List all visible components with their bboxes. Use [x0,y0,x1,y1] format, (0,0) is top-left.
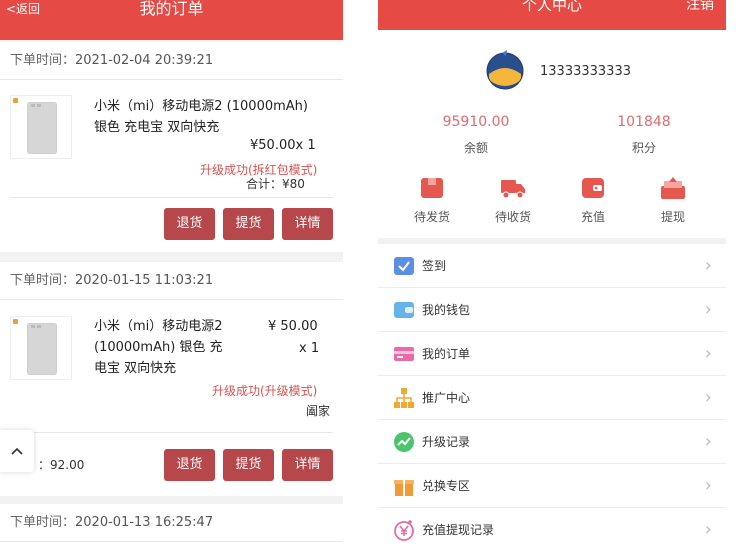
quick-action-recharge[interactable]: 充值 [558,176,628,225]
tag-dot [13,98,18,103]
menu-item-label: 充值提现记录 [422,523,495,537]
menu-item-label: 签到 [422,259,447,273]
order-card: 下单时间：2020-01-13 16:25:47 [0,504,343,550]
order-total: ：92.00 [38,458,85,472]
menu-item-label: 我的钱包 [422,303,471,317]
balance-label: 余额 [463,141,488,155]
product-name-line: 小米（mi）移动电源2 (10000mAh) [94,99,308,114]
product-thumbnail[interactable] [10,316,72,380]
orders-header: <返回 我的订单 [0,0,343,40]
quick-action-pending-receipt[interactable]: 待收货 [478,176,548,225]
power-bank-image [27,102,57,154]
hierarchy-icon [394,388,414,408]
product-name-line: 电宝 双向快充 [94,361,177,376]
order-time-row: 下单时间：2020-01-15 11:03:21 [0,262,343,300]
box-icon [421,178,443,198]
avatar[interactable] [486,50,524,90]
menu-item-promotion-center[interactable]: 推广中心 › [378,376,726,420]
product-name-line: 银色 充电宝 双向快充 [94,120,220,135]
page-title: 个人中心 [521,0,582,14]
menu-item-label: 兑换专区 [422,479,471,493]
order-status: 升级成功(升级模式) [212,384,318,398]
order-time-row: 下单时间：2020-01-13 16:25:47 [0,504,343,542]
details-button[interactable]: 详情 [282,449,333,481]
chevron-up-icon [11,447,23,455]
order-time: 2021-02-04 20:39:21 [75,53,214,68]
profile-screen: 个人中心 注销 13333333333 95910.00 余额 101848 积… [378,0,726,550]
order-time-label: 下单时间： [10,53,76,68]
divider [10,432,333,433]
profile-card: 13333333333 95910.00 余额 101848 积分 待发货 待收… [378,30,726,238]
tag-dot [13,319,18,324]
menu-item-wallet[interactable]: 我的钱包 › [378,288,726,332]
details-button[interactable]: 详情 [282,208,333,240]
quick-action-label: 待收货 [494,210,531,224]
points-value[interactable]: 101848 [584,114,704,130]
return-button[interactable]: 退货 [164,208,215,240]
product-name-line: (10000mAh) 银色 充 [94,340,223,355]
quick-action-withdraw[interactable]: 提现 [638,176,708,225]
checkin-icon [394,257,414,275]
order-extra: 阖家 [306,404,331,418]
order-card-icon [394,347,414,361]
quick-action-label: 充值 [580,210,605,224]
product-quantity: x 1 [299,341,320,356]
quick-action-label: 待发货 [413,210,450,224]
truck-icon [501,180,525,199]
wallet-icon [582,178,604,198]
user-phone: 13333333333 [540,64,631,79]
menu-item-label: 我的订单 [422,347,471,361]
chevron-right-icon: › [704,343,712,364]
order-time: 2020-01-15 11:03:21 [75,273,214,288]
menu-item-recharge-withdraw-records[interactable]: 充值提现记录 › [378,508,726,550]
profile-menu: 签到 › 我的钱包 › 我的订单 › 推广中心 › 升级记录 › 兑换专区 › [378,244,726,550]
menu-item-redeem-zone[interactable]: 兑换专区 › [378,464,726,508]
wallet-icon [394,302,414,318]
order-total: 合计：¥80 [246,177,305,191]
scroll-to-top-button[interactable] [0,430,34,472]
order-time-row: 下单时间：2021-02-04 20:39:21 [0,42,343,80]
profile-header: 个人中心 注销 [378,0,726,30]
points-label: 积分 [631,141,656,155]
pickup-button[interactable]: 提货 [223,208,274,240]
chevron-right-icon: › [704,431,712,452]
divider [10,197,333,198]
trend-icon [394,432,414,452]
order-time-label: 下单时间： [10,273,76,288]
orders-screen: <返回 我的订单 下单时间：2021-02-04 20:39:21 小米（mi）… [0,0,343,550]
chevron-right-icon: › [704,387,712,408]
menu-item-label: 推广中心 [422,391,471,405]
menu-item-my-orders[interactable]: 我的订单 › [378,332,726,376]
quick-action-label: 提现 [660,210,685,224]
product-name-line: 小米（mi）移动电源2 [94,319,223,334]
yen-icon [394,520,414,541]
pickup-button[interactable]: 提货 [223,449,274,481]
product-name[interactable]: 小米（mi）移动电源2 (10000mAh) 银色 充电宝 双向快充 [94,96,308,138]
quick-action-pending-shipment[interactable]: 待发货 [397,176,467,225]
product-name[interactable]: 小米（mi）移动电源2 (10000mAh) 银色 充 电宝 双向快充 [94,316,223,379]
product-price: ¥ 50.00 [268,319,318,334]
menu-item-label: 升级记录 [422,435,471,449]
panel-gap [726,0,754,550]
power-bank-image [27,323,57,375]
logout-button[interactable]: 注销 [686,0,714,14]
chevron-right-icon: › [704,475,712,496]
order-time-label: 下单时间： [10,515,76,530]
balance-value[interactable]: 95910.00 [416,114,536,130]
page-title: 我的订单 [139,0,204,18]
product-thumbnail[interactable] [10,95,72,159]
withdraw-icon [661,177,685,199]
order-card: 下单时间：2021-02-04 20:39:21 小米（mi）移动电源2 (10… [0,42,343,252]
menu-item-checkin[interactable]: 签到 › [378,244,726,288]
panel-gap [343,0,378,550]
menu-item-upgrade-records[interactable]: 升级记录 › [378,420,726,464]
gift-icon [394,480,414,496]
chevron-right-icon: › [704,519,712,540]
product-price: ¥50.00x 1 [250,138,316,153]
chevron-right-icon: › [704,299,712,320]
order-time: 2020-01-13 16:25:47 [75,515,214,530]
chevron-right-icon: › [704,255,712,276]
order-card: 下单时间：2020-01-15 11:03:21 小米（mi）移动电源2 (10… [0,262,343,496]
return-button[interactable]: 退货 [164,449,215,481]
